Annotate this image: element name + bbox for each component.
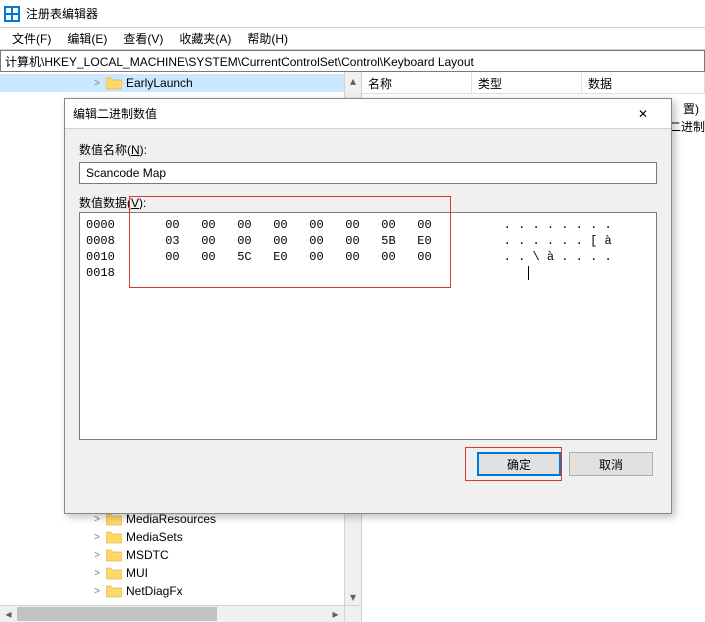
folder-icon bbox=[106, 584, 122, 598]
dialog-titlebar[interactable]: 编辑二进制数值 ✕ bbox=[65, 99, 671, 129]
regedit-icon bbox=[4, 6, 20, 22]
folder-icon bbox=[106, 530, 122, 544]
close-button[interactable]: ✕ bbox=[623, 100, 663, 128]
scroll-left-icon[interactable]: ◂ bbox=[0, 606, 17, 622]
chevron-right-icon[interactable]: > bbox=[90, 530, 104, 544]
folder-icon bbox=[106, 566, 122, 580]
tree-item-mediasets[interactable]: > MediaSets bbox=[0, 528, 361, 546]
scroll-thumb[interactable] bbox=[17, 607, 217, 621]
window-titlebar: 注册表编辑器 bbox=[0, 0, 705, 28]
chevron-right-icon[interactable]: > bbox=[90, 76, 104, 90]
tree-item-mui[interactable]: > MUI bbox=[0, 564, 361, 582]
menu-edit[interactable]: 编辑(E) bbox=[59, 28, 115, 49]
chevron-right-icon[interactable]: > bbox=[90, 548, 104, 562]
value-name-field[interactable] bbox=[79, 162, 657, 184]
tree-item-label: MUI bbox=[126, 566, 148, 580]
menu-help[interactable]: 帮助(H) bbox=[239, 28, 296, 49]
col-data[interactable]: 数据 bbox=[582, 72, 705, 93]
dialog-title: 编辑二进制数值 bbox=[73, 105, 623, 122]
address-path: 计算机\HKEY_LOCAL_MACHINE\SYSTEM\CurrentCon… bbox=[5, 53, 474, 70]
folder-icon bbox=[106, 512, 122, 526]
tree-item-label: MediaResources bbox=[126, 512, 216, 526]
tree-item-netdiagfx[interactable]: > NetDiagFx bbox=[0, 582, 361, 600]
list-cell-fragment: 置) bbox=[683, 100, 699, 117]
scroll-up-icon[interactable]: ▴ bbox=[345, 72, 361, 89]
tree-item-earlylaunch[interactable]: > EarlyLaunch bbox=[0, 74, 361, 92]
menu-bar: 文件(F) 编辑(E) 查看(V) 收藏夹(A) 帮助(H) bbox=[0, 28, 705, 50]
menu-view[interactable]: 查看(V) bbox=[115, 28, 171, 49]
folder-icon bbox=[106, 548, 122, 562]
col-type[interactable]: 类型 bbox=[472, 72, 582, 93]
ok-button[interactable]: 确定 bbox=[477, 452, 561, 476]
menu-favorites[interactable]: 收藏夹(A) bbox=[171, 28, 239, 49]
chevron-right-icon[interactable]: > bbox=[90, 584, 104, 598]
tree-item-label: MediaSets bbox=[126, 530, 183, 544]
list-header: 名称 类型 数据 bbox=[362, 72, 705, 94]
edit-binary-dialog: 编辑二进制数值 ✕ 数值名称(N): 数值数据(V): 0000 00 00 0… bbox=[64, 98, 672, 514]
scroll-down-icon[interactable]: ▾ bbox=[345, 588, 361, 605]
chevron-right-icon[interactable]: > bbox=[90, 512, 104, 526]
tree-item-label: NetDiagFx bbox=[126, 584, 183, 598]
cancel-button[interactable]: 取消 bbox=[569, 452, 653, 476]
tree-item-msdtc[interactable]: > MSDTC bbox=[0, 546, 361, 564]
scroll-right-icon[interactable]: ▸ bbox=[327, 606, 344, 622]
window-title: 注册表编辑器 bbox=[26, 5, 98, 22]
menu-file[interactable]: 文件(F) bbox=[4, 28, 59, 49]
value-data-label: 数值数据(V): bbox=[79, 194, 657, 211]
address-bar[interactable]: 计算机\HKEY_LOCAL_MACHINE\SYSTEM\CurrentCon… bbox=[0, 50, 705, 72]
tree-item-label: EarlyLaunch bbox=[126, 76, 193, 90]
folder-icon bbox=[106, 76, 122, 90]
value-name-label: 数值名称(N): bbox=[79, 141, 657, 158]
chevron-right-icon[interactable]: > bbox=[90, 566, 104, 580]
col-name[interactable]: 名称 bbox=[362, 72, 472, 93]
hex-editor[interactable]: 0000 00 00 00 00 00 00 00 00 . . . . . .… bbox=[79, 212, 657, 440]
tree-h-scrollbar[interactable]: ◂ ▸ bbox=[0, 605, 361, 622]
tree-item-label: MSDTC bbox=[126, 548, 169, 562]
close-icon: ✕ bbox=[638, 107, 648, 121]
